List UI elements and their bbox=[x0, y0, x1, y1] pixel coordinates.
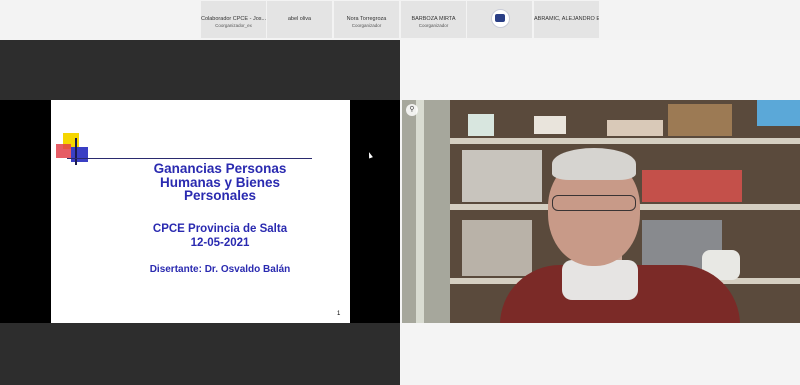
participant-strip: Colaborador CPCE - Jos... Coorganizador_… bbox=[0, 0, 800, 40]
slide-title: Ganancias Personas Humanas y Bienes Pers… bbox=[153, 161, 287, 203]
participant-tile[interactable]: BARBOZA MIRTA Coorganizador bbox=[401, 1, 466, 38]
participant-role: Coorganizador bbox=[351, 23, 382, 28]
participant-name: Colaborador CPCE - Jos... bbox=[201, 16, 266, 22]
participant-name: ABRAMIC, ALEJANDRO E. bbox=[534, 16, 599, 22]
slide-speaker: Disertante: Dr. Osvaldo Balán bbox=[149, 264, 291, 275]
participant-tile[interactable]: Colaborador CPCE - Jos... Coorganizador_… bbox=[201, 1, 266, 38]
slide-divider bbox=[67, 158, 312, 159]
participant-role: Coorganizador bbox=[418, 23, 449, 28]
participant-name: Nora Torregroza bbox=[346, 16, 387, 22]
participant-name: BARBOZA MIRTA bbox=[411, 16, 456, 22]
participant-tile[interactable]: ABRAMIC, ALEJANDRO E. bbox=[534, 1, 599, 38]
presentation-slide bbox=[51, 100, 350, 323]
participant-tile[interactable] bbox=[467, 1, 532, 38]
participant-video[interactable] bbox=[402, 100, 800, 323]
participant-tile[interactable]: abel oliva bbox=[267, 1, 332, 38]
slide-decoration-blue bbox=[71, 147, 88, 162]
slide-subtitle: CPCE Provincia de Salta 12-05-2021 bbox=[152, 223, 288, 249]
participant-tile[interactable]: Nora Torregroza Coorganizador bbox=[334, 1, 399, 38]
participant-name: abel oliva bbox=[287, 16, 312, 22]
slide-page-number: 1 bbox=[337, 311, 341, 317]
slide-decoration-red bbox=[56, 144, 71, 158]
participant-role: Coorganizador_ex bbox=[215, 23, 252, 28]
video-pin-icon[interactable]: ⚲ bbox=[406, 104, 418, 116]
slide-decoration-line bbox=[75, 138, 77, 165]
participant-logo-icon bbox=[491, 9, 510, 28]
